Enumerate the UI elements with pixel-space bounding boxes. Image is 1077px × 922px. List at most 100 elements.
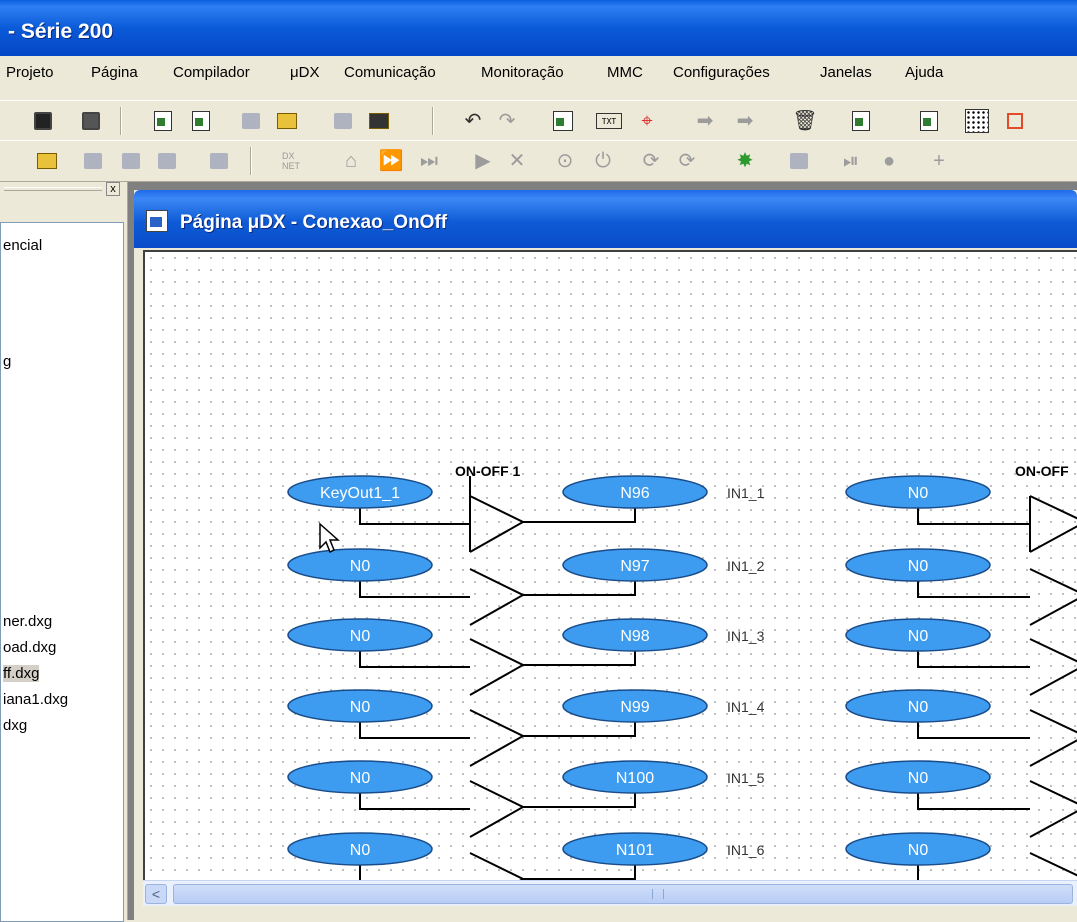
network-icon[interactable] [204,147,234,175]
on-off-triangle [469,780,526,838]
on-off-triangle [1029,709,1077,767]
block-title: ON-OFF 1 [455,463,521,479]
save-icon[interactable] [28,107,58,135]
send-icon[interactable] [78,147,108,175]
list-item[interactable]: dxg [3,717,27,734]
on-off-triangle [1029,780,1077,838]
scroll-left-button[interactable]: < [145,884,167,904]
folder-compile-icon[interactable] [272,107,302,135]
properties-2-icon[interactable] [914,107,944,135]
add-icon[interactable]: + [924,147,954,175]
diagram-canvas[interactable]: ON-OFF 1 ON-OFF KeyOut1_1 N96 IN1_1 N0 N0 N97 IN… [143,250,1077,880]
page-icon [146,210,168,232]
list-item[interactable]: encial [3,237,42,254]
undo-icon[interactable]: ↶ [458,107,488,135]
border-icon[interactable] [1000,107,1030,135]
input-node-label: N0 [350,770,371,787]
on-off-triangle [1029,495,1077,553]
on-off-triangle [1029,852,1077,877]
txt-icon[interactable]: TXT [594,107,624,135]
save-all-icon[interactable] [76,107,106,135]
output-node-label: N96 [620,485,649,502]
page-icon[interactable] [328,107,358,135]
toolbar-separator [120,107,122,135]
input-node-label: N0 [350,628,371,645]
close-icon[interactable]: x [106,182,120,196]
secondary-toolbar: DX NET ⌂ ⏩ ⏭ ▶ ✕ ⊙ ⏻ ⟳ ⟳ ✸ ⏯ ● + [0,140,1077,182]
grid-icon[interactable] [962,107,992,135]
menu-monitoracao[interactable]: Monitoração [481,64,564,81]
list-item[interactable]: ner.dxg [3,613,52,630]
arrow-right-2-icon[interactable]: ➡ [730,107,760,135]
record-icon[interactable]: ● [874,147,904,175]
scroll-thumb[interactable] [173,884,1073,904]
pause-icon[interactable]: ⏯ [836,147,866,175]
dxnet-label: DX NET [282,151,300,171]
power-icon[interactable]: ⏻ [588,147,618,175]
home-icon[interactable]: ⌂ [336,147,366,175]
output-node-label: N101 [616,842,654,859]
pin-label: IN1_6 [727,842,765,858]
dxnet-icon[interactable]: DX NET [282,147,312,175]
module-icon[interactable] [784,147,814,175]
menu-pagina[interactable]: Página [91,64,138,81]
menu-ajuda[interactable]: Ajuda [905,64,943,81]
page-window-title: Página μDX - Conexao_OnOff [180,212,448,233]
compile-icon[interactable] [236,107,266,135]
input-node-label: N0 [908,485,929,502]
list-item-selected[interactable]: ff.dxg [3,665,40,682]
output-node-label: N97 [620,558,649,575]
watch-icon[interactable]: ⌖ [632,107,662,135]
input-node-label: KeyOut1_1 [320,485,400,502]
export-icon[interactable] [148,107,178,135]
fast-forward-icon[interactable]: ⏩ [376,147,406,175]
list-item[interactable]: g [3,353,11,370]
on-off-triangle [469,568,526,626]
properties-icon[interactable] [846,107,876,135]
horizontal-scrollbar[interactable]: < [143,880,1077,906]
receive-icon[interactable] [116,147,146,175]
menu-udx[interactable]: μDX [290,64,319,81]
input-node-label: N0 [350,842,371,859]
trash-icon[interactable]: 🗑 [790,107,820,135]
help-icon[interactable]: ⊙ [550,147,580,175]
toolbar-separator [250,147,252,175]
input-node-label: N0 [908,842,929,859]
input-node-label: N0 [350,699,371,716]
play-icon[interactable]: ▶ [468,147,498,175]
on-off-triangle [469,495,526,553]
stop-icon[interactable]: ✕ [502,147,532,175]
menu-mmc[interactable]: MMC [607,64,643,81]
menu-compilador[interactable]: Compilador [173,64,250,81]
menu-janelas[interactable]: Janelas [820,64,872,81]
window-title: - Série 200 [8,20,114,43]
step-icon[interactable]: ⏭ [414,147,444,175]
star-icon[interactable]: ✸ [730,147,760,175]
menu-comunicacao[interactable]: Comunicação [344,64,436,81]
page-window-titlebar[interactable]: Página μDX - Conexao_OnOff [134,190,1077,248]
list-item[interactable]: oad.dxg [3,639,56,656]
input-node-label: N0 [908,770,929,787]
on-off-triangle [469,709,526,767]
input-node-label: N0 [908,558,929,575]
pin-label: IN1_1 [727,485,765,501]
on-off-triangle [1029,638,1077,696]
receive-all-icon[interactable] [152,147,182,175]
copy-icon[interactable] [548,107,578,135]
list-item[interactable]: iana1.dxg [3,691,68,708]
redo-icon[interactable]: ↷ [492,107,522,135]
output-node-label: N98 [620,628,649,645]
import-icon[interactable] [186,107,216,135]
page-yellow-icon[interactable] [364,107,394,135]
pin-label: IN1_5 [727,770,765,786]
panel-grip[interactable] [4,187,102,191]
refresh-icon[interactable]: ⟳ [636,147,666,175]
arrow-right-icon[interactable]: ➡ [690,107,720,135]
refresh-2-icon[interactable]: ⟳ [672,147,702,175]
scroll-grip-icon [652,889,664,899]
menu-projeto[interactable]: Projeto [6,64,54,81]
mouse-cursor-icon [319,522,340,554]
open-folder-icon[interactable] [32,147,62,175]
pin-label: IN1_2 [727,558,765,574]
menu-configuracoes[interactable]: Configurações [673,64,770,81]
